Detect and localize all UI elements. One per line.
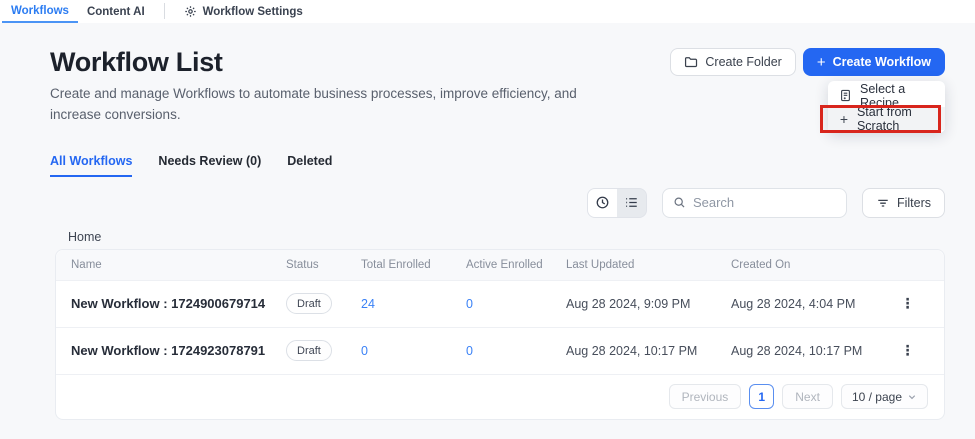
column-header-status: Status xyxy=(286,259,361,271)
nav-tab-workflows[interactable]: Workflows xyxy=(2,0,78,23)
content-area: Workflow List Create and manage Workflow… xyxy=(0,23,975,420)
create-folder-button[interactable]: Create Folder xyxy=(670,48,795,76)
status-cell: Draft xyxy=(286,293,361,314)
workflow-table: Name Status Total Enrolled Active Enroll… xyxy=(55,249,945,420)
page-size-label: 10 / page xyxy=(852,390,902,404)
table-row: New Workflow : 1724900679714 Draft 24 0 … xyxy=(56,280,944,327)
tab-all-workflows-label: All Workflows xyxy=(50,154,132,168)
page-title: Workflow List xyxy=(50,47,595,78)
page-size-select[interactable]: 10 / page xyxy=(841,384,928,409)
page-description: Create and manage Workflows to automate … xyxy=(50,84,595,126)
create-workflow-menu: Select a Recipe + Start from Scratch xyxy=(828,81,945,133)
last-updated-value: Aug 28 2024, 10:17 PM xyxy=(566,344,731,358)
search-input[interactable] xyxy=(693,195,836,210)
search-box xyxy=(662,188,847,218)
chevron-down-icon xyxy=(907,392,917,402)
top-nav: Workflows Content AI Workflow Settings xyxy=(0,0,975,23)
filter-icon xyxy=(876,196,890,210)
folder-icon xyxy=(684,55,698,69)
table-header-row: Name Status Total Enrolled Active Enroll… xyxy=(56,250,944,280)
view-toggle-group xyxy=(587,188,647,218)
actions-cell: ⋮ xyxy=(901,295,935,313)
nav-tab-workflows-label: Workflows xyxy=(11,5,69,17)
kebab-menu-icon[interactable]: ⋮ xyxy=(901,296,915,310)
page-header: Workflow List Create and manage Workflow… xyxy=(50,47,945,126)
active-enrolled-link[interactable]: 0 xyxy=(466,344,566,358)
total-enrolled-link[interactable]: 24 xyxy=(361,297,466,311)
filters-button[interactable]: Filters xyxy=(862,188,945,218)
previous-page-button[interactable]: Previous xyxy=(669,384,742,409)
nav-tab-workflow-settings-label: Workflow Settings xyxy=(203,6,303,18)
plus-icon: + xyxy=(839,112,849,126)
kebab-menu-icon[interactable]: ⋮ xyxy=(901,343,915,357)
create-workflow-button[interactable]: + Create Workflow xyxy=(803,48,945,76)
workflow-name-link[interactable]: New Workflow : 1724900679714 xyxy=(71,296,286,311)
page-header-text: Workflow List Create and manage Workflow… xyxy=(50,47,595,126)
tab-needs-review[interactable]: Needs Review (0) xyxy=(158,154,261,177)
tab-needs-review-label: Needs Review (0) xyxy=(158,154,261,168)
tab-deleted-label: Deleted xyxy=(287,154,332,168)
nav-tab-workflow-settings[interactable]: Workflow Settings xyxy=(175,0,312,23)
status-badge: Draft xyxy=(286,340,332,361)
workflow-name-link[interactable]: New Workflow : 1724923078791 xyxy=(71,343,286,358)
actions-cell: ⋮ xyxy=(901,342,935,360)
menu-item-start-from-scratch-label: Start from Scratch xyxy=(857,105,934,133)
workflow-tabs: All Workflows Needs Review (0) Deleted xyxy=(50,154,945,177)
column-header-created-on: Created On xyxy=(731,259,891,271)
recent-view-button[interactable] xyxy=(588,189,617,217)
workflow-list-page: Workflows Content AI Workflow Settings W… xyxy=(0,0,975,439)
column-header-name: Name xyxy=(71,259,286,271)
search-icon xyxy=(673,196,686,209)
nav-tab-content-ai[interactable]: Content AI xyxy=(78,0,154,23)
breadcrumb[interactable]: Home xyxy=(68,230,945,244)
status-cell: Draft xyxy=(286,340,361,361)
create-workflow-label: Create Workflow xyxy=(833,55,931,69)
list-view-button[interactable] xyxy=(617,189,646,217)
tab-all-workflows[interactable]: All Workflows xyxy=(50,154,132,177)
nav-tab-content-ai-label: Content AI xyxy=(87,6,145,18)
nav-divider xyxy=(164,3,165,19)
status-badge: Draft xyxy=(286,293,332,314)
tab-deleted[interactable]: Deleted xyxy=(287,154,332,177)
recipe-icon xyxy=(839,89,852,102)
column-header-total-enrolled: Total Enrolled xyxy=(361,259,466,271)
create-folder-label: Create Folder xyxy=(705,55,781,69)
page-number-button[interactable]: 1 xyxy=(749,384,774,409)
created-on-value: Aug 28 2024, 10:17 PM xyxy=(731,344,891,358)
column-header-last-updated: Last Updated xyxy=(566,259,731,271)
last-updated-value: Aug 28 2024, 9:09 PM xyxy=(566,297,731,311)
column-header-active-enrolled: Active Enrolled xyxy=(466,259,566,271)
created-on-value: Aug 28 2024, 4:04 PM xyxy=(731,297,891,311)
pagination-bar: Previous 1 Next 10 / page xyxy=(56,374,944,419)
gear-icon xyxy=(184,5,197,18)
plus-icon: + xyxy=(817,55,826,70)
clock-icon xyxy=(595,195,610,210)
active-enrolled-link[interactable]: 0 xyxy=(466,297,566,311)
filters-label: Filters xyxy=(897,196,931,210)
header-actions: Create Folder + Create Workflow xyxy=(670,48,945,76)
total-enrolled-link[interactable]: 0 xyxy=(361,344,466,358)
list-toolbar: Filters xyxy=(50,188,945,218)
list-icon xyxy=(624,195,639,210)
next-page-button[interactable]: Next xyxy=(782,384,833,409)
table-row: New Workflow : 1724923078791 Draft 0 0 A… xyxy=(56,327,944,374)
menu-item-start-from-scratch[interactable]: + Start from Scratch xyxy=(828,107,945,130)
